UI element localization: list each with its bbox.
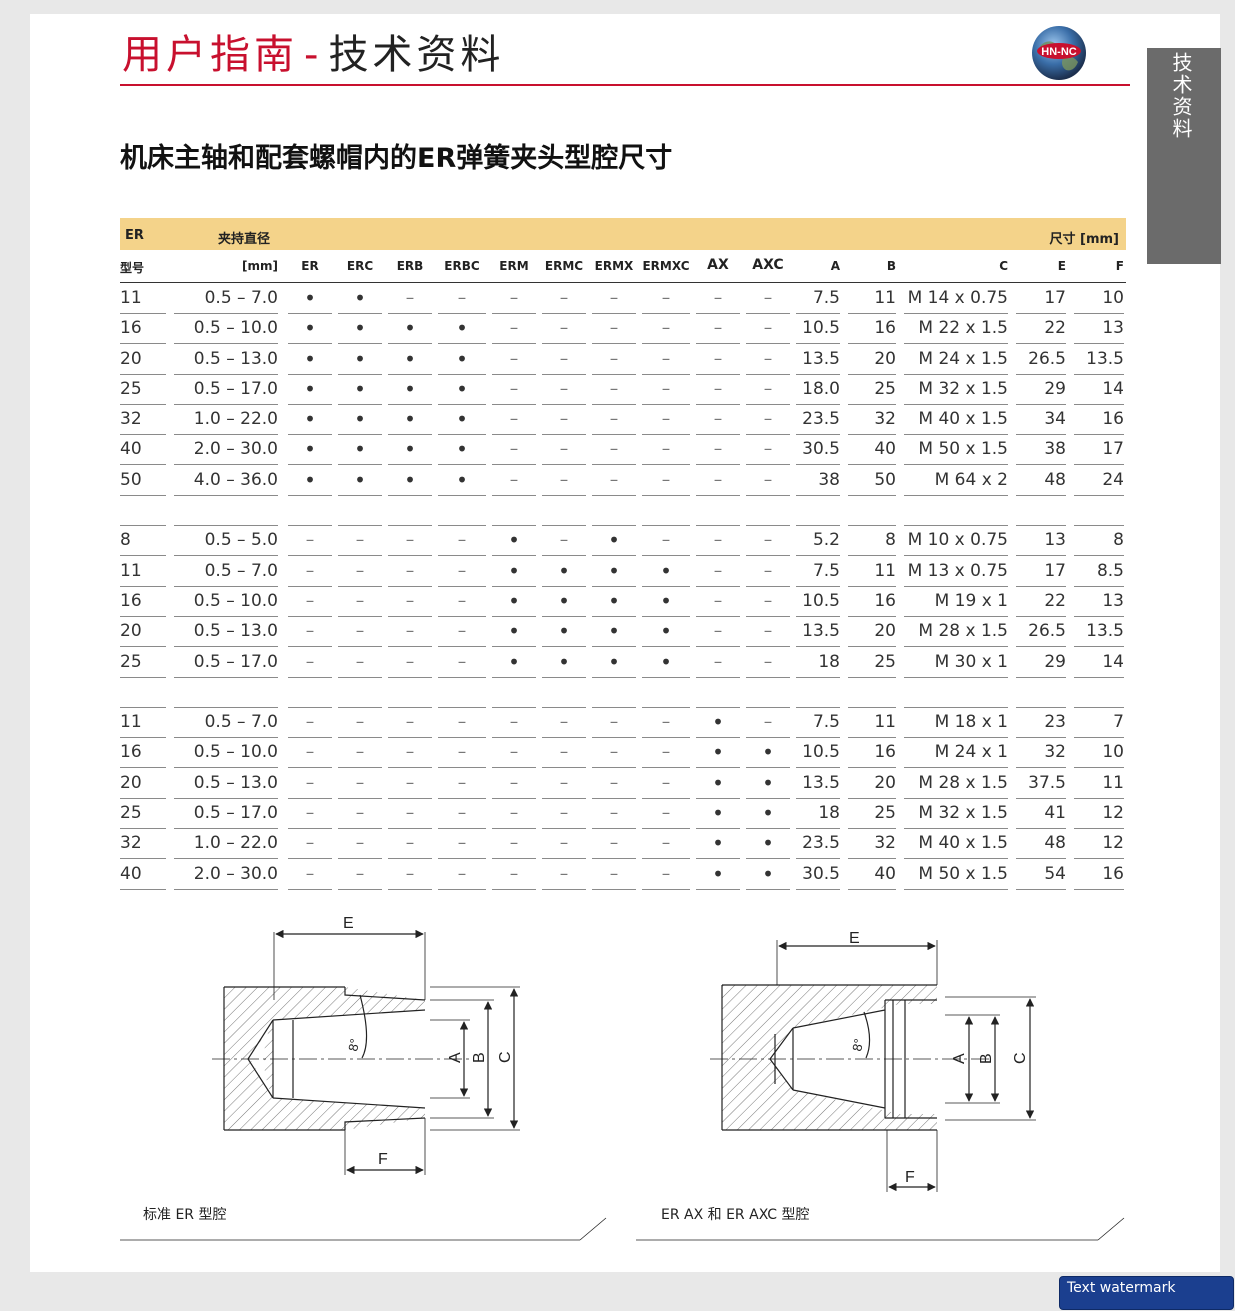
right-dim-c: C (1012, 1052, 1029, 1064)
left-dim-b: B (471, 1052, 488, 1063)
right-dim-b: B (978, 1053, 995, 1064)
right-drawing-caption: ER AX 和 ER AXC 型腔 (661, 1207, 810, 1223)
text-watermark-button[interactable]: Text watermark (1059, 1276, 1234, 1310)
right-dim-f: F (905, 1169, 915, 1186)
left-dim-a: A (447, 1052, 464, 1063)
cavity-drawings: E F A B C 8° E F A B C 8° (120, 915, 1125, 1241)
left-dim-f: F (378, 1151, 388, 1168)
left-dim-e: E (343, 915, 354, 932)
right-dim-a: A (951, 1053, 968, 1064)
er-ax-cavity-drawing (636, 940, 1125, 1241)
right-dim-e: E (849, 930, 860, 947)
standard-er-cavity-drawing (120, 929, 607, 1241)
left-dim-c: C (497, 1051, 514, 1063)
left-drawing-caption: 标准 ER 型腔 (143, 1207, 227, 1223)
